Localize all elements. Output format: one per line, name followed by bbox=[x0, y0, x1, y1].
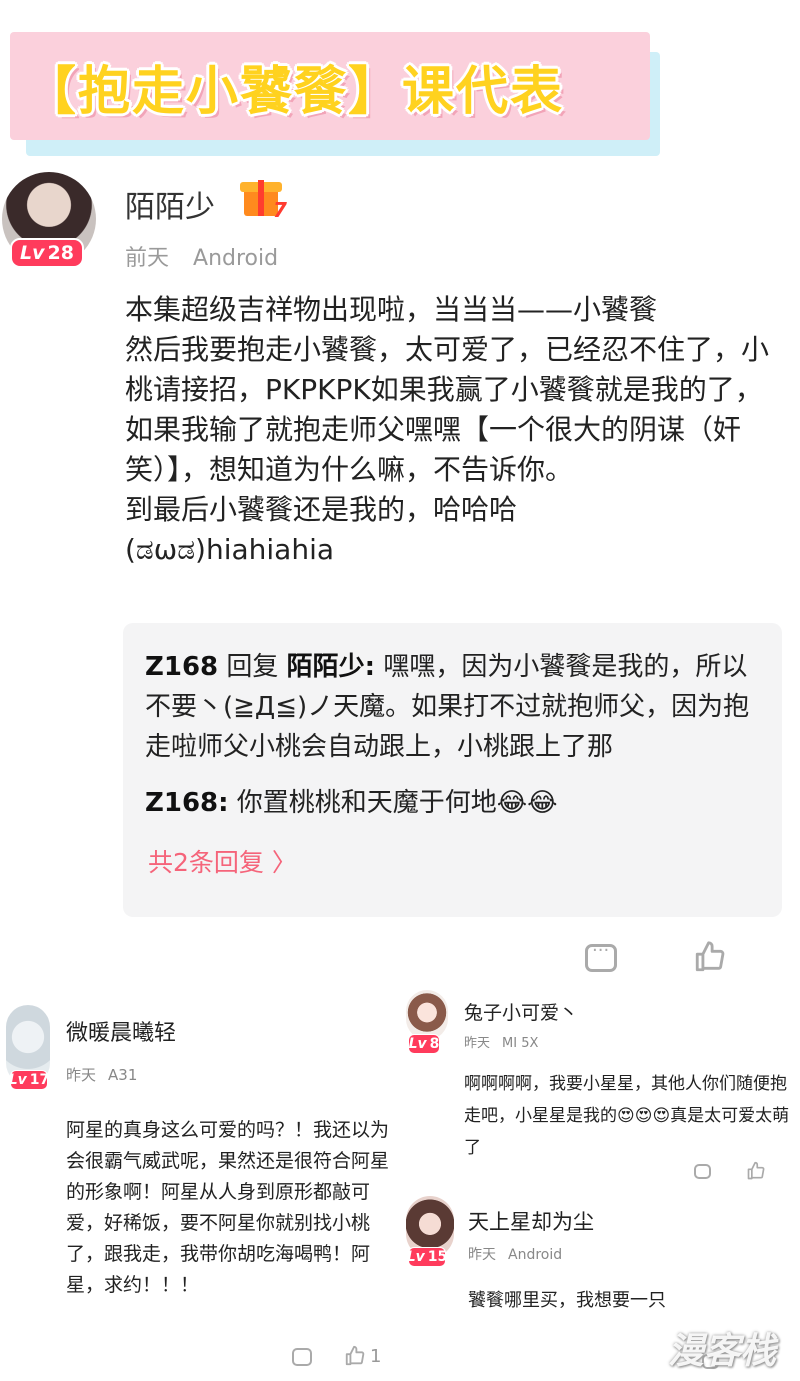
comment-device: Android bbox=[193, 246, 279, 271]
level-prefix: Lv bbox=[406, 1249, 425, 1265]
level-number: 28 bbox=[47, 242, 74, 264]
reply-action: 回复 bbox=[226, 652, 279, 682]
username[interactable]: 天上星却为尘 bbox=[468, 1206, 594, 1236]
thumbs-up-icon bbox=[695, 941, 725, 972]
comment-text: 本集超级吉祥物出现啦，当当当——小饕餮 然后我要抱走小饕餮，太可爱了，已经忍不住… bbox=[125, 293, 770, 566]
comment-device: A31 bbox=[108, 1066, 138, 1084]
comment-meta: 前天 Android bbox=[125, 240, 278, 272]
like-button[interactable]: 1 bbox=[344, 1344, 381, 1368]
level-prefix: Lv bbox=[408, 1036, 427, 1052]
level-prefix: Lv bbox=[8, 1072, 27, 1088]
comment-device: MI 5X bbox=[502, 1036, 539, 1051]
level-number: 8 bbox=[429, 1036, 440, 1052]
comment-button[interactable] bbox=[292, 1348, 312, 1366]
level-badge: Lv 8 bbox=[408, 1034, 440, 1054]
reply-text: 你置桃桃和天魔于何地😂😂 bbox=[236, 788, 558, 818]
username[interactable]: 兔子小可爱丶 bbox=[464, 998, 578, 1025]
banner: 【抱走小饕餮】课代表 bbox=[10, 32, 650, 140]
reply-item: Z168: 你置桃桃和天魔于何地😂😂 bbox=[145, 783, 760, 823]
username[interactable]: 微暖晨曦轻 bbox=[66, 1015, 176, 1047]
comment-time: 昨天 bbox=[468, 1247, 496, 1263]
comment-text: 饕餮哪里买，我想要一只 bbox=[468, 1290, 666, 1311]
level-badge: Lv 15 bbox=[406, 1247, 448, 1267]
comment-time: 前天 bbox=[125, 246, 170, 271]
comment-device: Android bbox=[508, 1247, 563, 1263]
comment-icon bbox=[292, 1348, 312, 1366]
like-button[interactable] bbox=[746, 1160, 766, 1182]
comment-text: 阿星的真身这么可爱的吗？！我还以为会很霸气威武呢，果然还是很符合阿星的形象啊！阿… bbox=[66, 1119, 390, 1296]
reply-item: Z168 回复 陌陌少: 嘿嘿，因为小饕餮是我的，所以不要丶(≧Д≦)ノ天魔。如… bbox=[145, 647, 760, 767]
avatar[interactable] bbox=[406, 990, 448, 1040]
like-count: 1 bbox=[370, 1345, 382, 1367]
reply-user[interactable]: Z168: bbox=[145, 788, 229, 818]
comment-time: 昨天 bbox=[464, 1036, 491, 1051]
like-button[interactable] bbox=[693, 940, 727, 974]
comment-meta: 昨天 A31 bbox=[66, 1064, 137, 1085]
banner-title: 【抱走小饕餮】课代表 bbox=[24, 61, 565, 122]
gift-icon: 7 bbox=[240, 174, 288, 222]
comment-meta: 昨天 MI 5X bbox=[464, 1032, 538, 1051]
comment-text: 啊啊啊啊，我要小星星，其他人你们随便抱走吧，小星星是我的😍😍😍真是太可爱太萌了 bbox=[464, 1074, 790, 1158]
username[interactable]: 陌陌少 bbox=[125, 182, 215, 226]
level-badge: Lv 28 bbox=[10, 238, 84, 268]
comment-icon bbox=[585, 940, 617, 972]
watermark-logo: 漫客栈 bbox=[668, 1331, 777, 1372]
thumbs-up-icon bbox=[345, 1345, 365, 1366]
comment-meta: 昨天 Android bbox=[468, 1244, 562, 1264]
comment-button[interactable] bbox=[585, 940, 617, 972]
level-number: 17 bbox=[29, 1072, 50, 1088]
level-number: 15 bbox=[427, 1249, 448, 1265]
level-prefix: Lv bbox=[20, 242, 45, 264]
comment-button[interactable] bbox=[694, 1164, 711, 1179]
reply-user[interactable]: Z168 bbox=[145, 652, 218, 682]
comment-time: 昨天 bbox=[66, 1066, 97, 1084]
reply-target[interactable]: 陌陌少: bbox=[287, 652, 375, 682]
comment-icon bbox=[694, 1164, 711, 1179]
thumbs-up-icon bbox=[747, 1161, 765, 1180]
comment-body: 本集超级吉祥物出现啦，当当当——小饕餮 然后我要抱走小饕餮，太可爱了，已经忍不住… bbox=[125, 290, 790, 570]
gift-count: 7 bbox=[273, 198, 287, 222]
level-badge: Lv 17 bbox=[8, 1070, 50, 1090]
more-replies-link[interactable]: 共2条回复 〉 bbox=[148, 843, 297, 879]
